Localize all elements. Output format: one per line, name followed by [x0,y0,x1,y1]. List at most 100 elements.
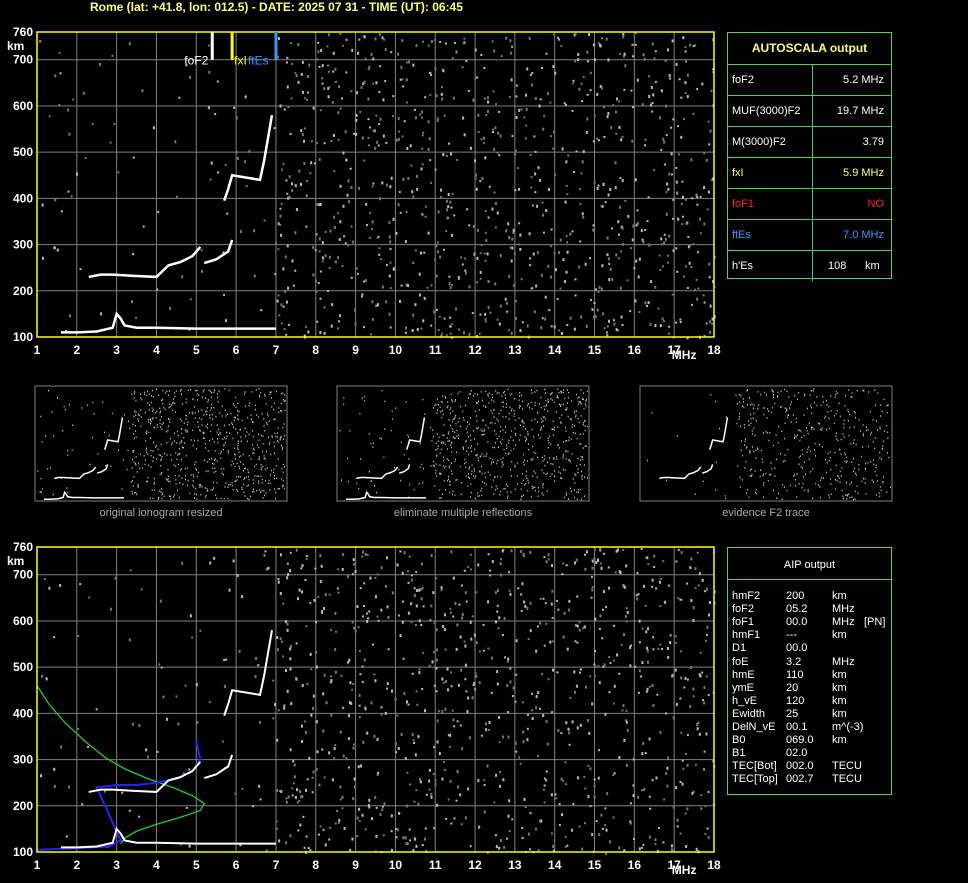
noise-dot [159,407,161,409]
noise-dot [449,491,451,494]
noise-dot [41,441,43,443]
noise-dot [445,199,448,203]
noise-dot [690,557,693,561]
noise-dot [567,415,569,418]
noise-dot [439,196,442,199]
noise-dot [228,423,230,426]
noise-dot [345,38,348,41]
noise-dot [126,468,128,471]
noise-dot [626,279,629,282]
noise-dot [146,394,148,397]
noise-dot [553,401,555,403]
noise-dot [439,472,441,475]
noise-dot [494,202,497,206]
noise-dot [833,422,835,425]
noise-dot [483,810,486,814]
noise-dot [834,451,836,454]
noise-dot [776,497,778,500]
noise-dot [322,828,325,831]
noise-dot [40,415,42,418]
noise-dot [367,144,370,147]
noise-dot [495,845,498,849]
noise-dot [525,124,528,127]
noise-dot [430,324,433,327]
noise-dot [168,406,170,409]
noise-dot [480,428,482,431]
noise-dot [769,473,771,476]
noise-dot [378,90,381,93]
noise-dot [137,418,139,420]
noise-dot [672,716,675,720]
noise-dot [460,481,462,484]
aip-value: 25 [786,707,799,720]
noise-dot [701,699,704,702]
noise-dot [589,89,592,92]
noise-dot [167,394,169,397]
noise-dot [551,640,554,643]
noise-dot [462,447,464,449]
noise-dot [67,491,69,494]
noise-dot [453,418,455,420]
noise-dot [475,475,477,477]
noise-dot [862,434,864,437]
noise-dot [368,236,371,239]
noise-dot [656,693,659,696]
noise-dot [685,844,688,848]
noise-dot [179,442,181,445]
noise-dot [105,465,107,467]
noise-dot [556,599,559,602]
noise-dot [285,797,288,800]
noise-dot [576,410,578,412]
noise-dot [134,316,137,319]
y-tick-label: 600 [13,99,33,113]
x-tick-label: 7 [273,343,280,357]
noise-dot [440,497,442,499]
noise-dot [295,642,298,645]
noise-dot [472,430,474,432]
noise-dot [612,816,615,819]
noise-dot [744,440,746,443]
noise-dot [856,389,858,392]
noise-dot [547,553,550,557]
noise-dot [515,444,517,446]
noise-dot [796,496,798,498]
noise-dot [181,403,183,405]
noise-dot [197,439,199,442]
noise-dot [471,470,473,472]
noise-dot [320,610,323,614]
noise-dot [647,627,650,631]
noise-dot [362,740,365,744]
noise-dot [571,400,573,402]
noise-dot [443,434,445,437]
noise-dot [283,438,285,440]
noise-dot [500,490,502,493]
noise-dot [178,453,180,455]
noise-dot [327,33,330,37]
noise-dot [501,401,503,404]
noise-dot [180,441,182,443]
noise-dot [677,217,680,221]
noise-dot [135,399,137,402]
noise-dot [646,649,649,653]
noise-dot [275,491,277,494]
noise-dot [879,451,881,454]
noise-dot [259,720,262,724]
noise-dot [401,135,404,138]
noise-dot [659,643,662,646]
noise-dot [590,596,593,599]
noise-dot [338,238,341,242]
noise-dot [684,46,687,49]
noise-dot [549,101,552,104]
noise-dot [725,497,727,500]
noise-dot [597,665,600,668]
noise-dot [489,474,491,476]
noise-dot [287,323,290,326]
noise-dot [152,126,155,130]
noise-dot [650,85,653,89]
noise-dot [204,496,206,499]
noise-dot [829,451,831,453]
noise-dot [526,713,529,716]
noise-dot [594,665,597,668]
noise-dot [801,486,803,489]
noise-dot [421,40,424,43]
